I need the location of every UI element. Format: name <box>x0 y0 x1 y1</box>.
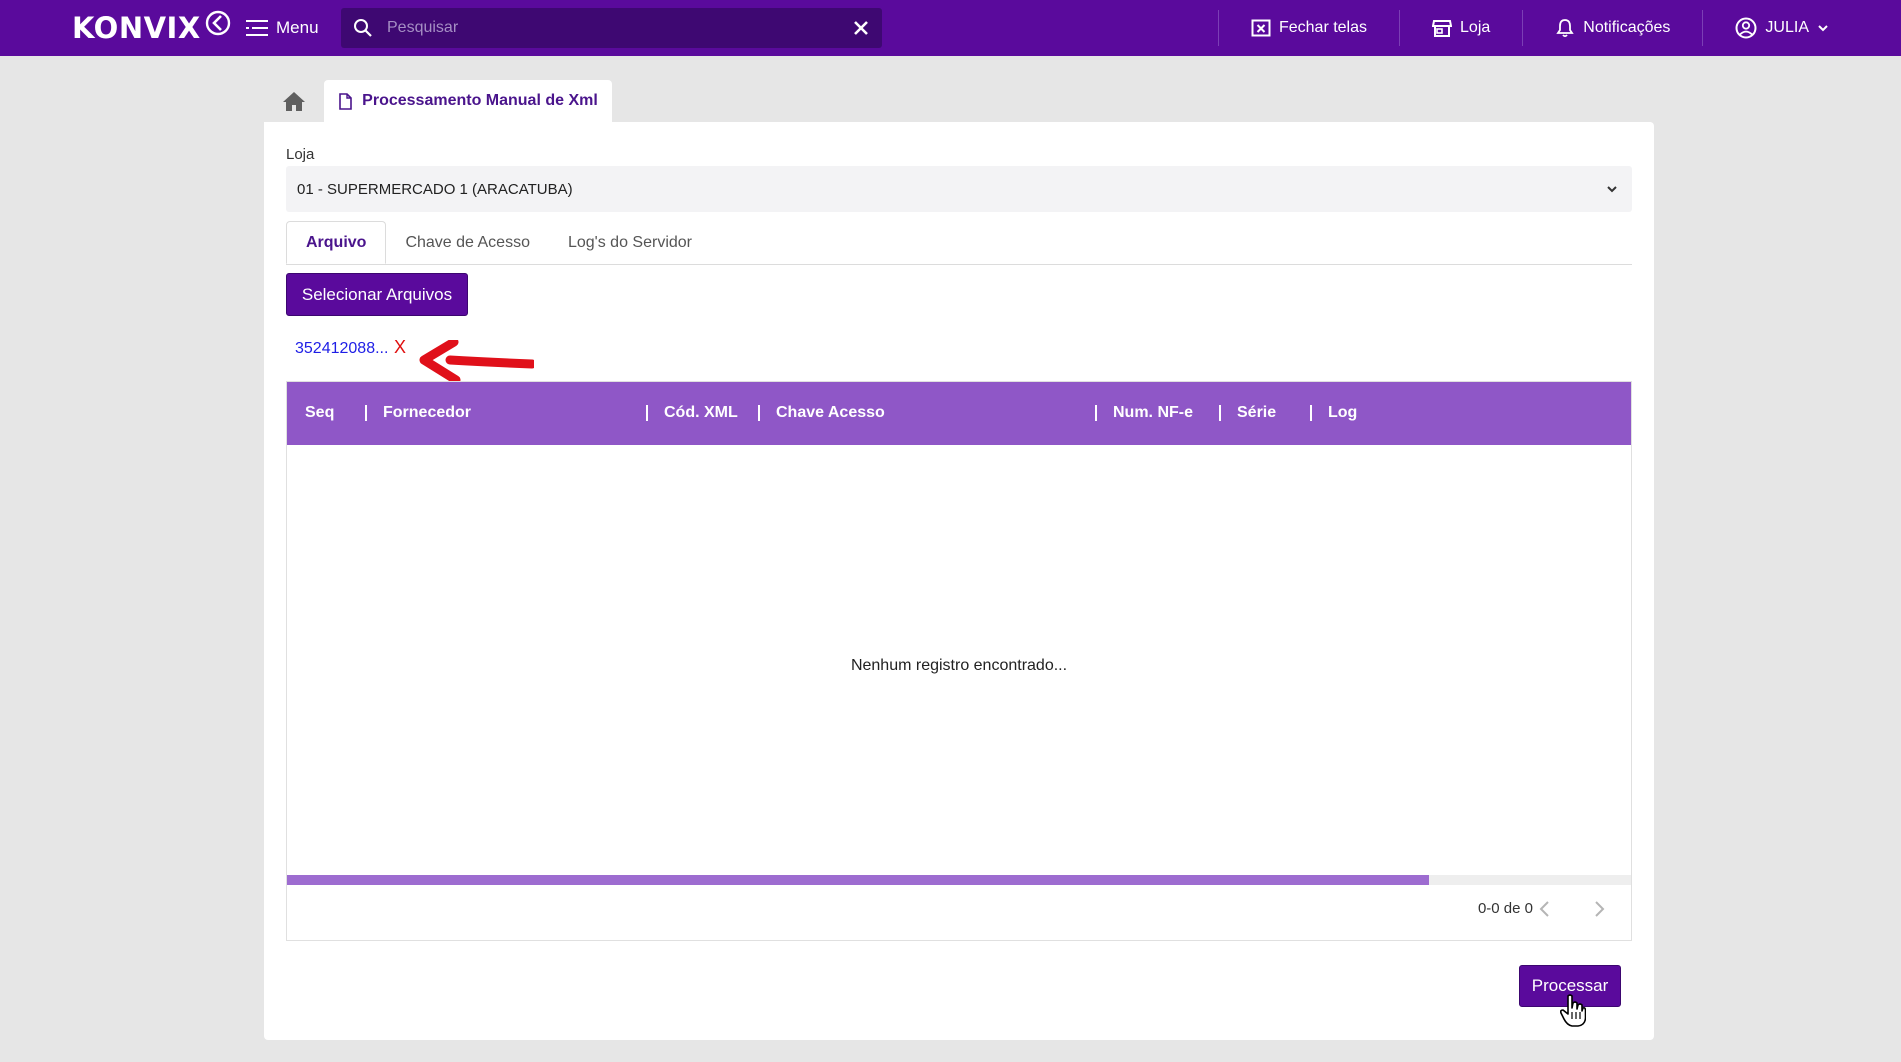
document-icon <box>339 92 352 110</box>
store-button[interactable]: Loja <box>1400 0 1522 56</box>
home-tab[interactable] <box>266 80 322 122</box>
chevron-down-icon <box>1607 186 1617 193</box>
konvix-logo[interactable]: KONVIX <box>72 10 231 46</box>
column-divider <box>1095 405 1097 421</box>
remove-file-button[interactable]: X <box>394 337 406 358</box>
column-chave-acesso[interactable]: Chave Acesso <box>758 404 885 422</box>
hand-cursor-icon <box>1560 994 1586 1027</box>
tab-processamento-manual-xml[interactable]: Processamento Manual de Xml <box>324 80 612 122</box>
column-label: Log <box>1328 404 1358 421</box>
column-label: Cód. XML <box>664 404 738 421</box>
close-window-icon <box>1251 19 1271 37</box>
column-label: Seq <box>305 404 335 421</box>
chevron-right-icon[interactable] <box>1589 898 1609 920</box>
column-divider <box>1219 405 1221 421</box>
results-table: Seq Fornecedor Cód. XML Chave Acesso Num… <box>286 381 1632 941</box>
column-divider <box>646 405 648 421</box>
column-label: Fornecedor <box>383 404 472 421</box>
close-screens-label: Fechar telas <box>1278 19 1368 36</box>
column-serie[interactable]: Série <box>1219 404 1276 422</box>
search-input[interactable] <box>385 18 852 38</box>
bell-icon <box>1556 19 1574 38</box>
column-fornecedor[interactable]: Fornecedor <box>365 404 471 422</box>
chevron-left-icon[interactable] <box>1535 898 1555 920</box>
menu-button[interactable]: Menu <box>246 14 319 42</box>
tab-logs-do-servidor[interactable]: Log's do Servidor <box>549 221 711 264</box>
table-header: Seq Fornecedor Cód. XML Chave Acesso Num… <box>287 382 1631 445</box>
column-num-nfe[interactable]: Num. NF-e <box>1095 404 1193 422</box>
clear-search-icon[interactable] <box>852 19 870 37</box>
column-label: Num. NF-e <box>1113 404 1193 421</box>
search-icon <box>354 19 372 37</box>
store-select[interactable]: 01 - SUPERMERCADO 1 (ARACATUBA) <box>286 166 1632 212</box>
notifications-label: Notificações <box>1583 19 1671 36</box>
hamburger-icon <box>246 20 268 36</box>
selected-file-link[interactable]: 352412088... <box>295 340 388 358</box>
top-actions: Fechar telas Loja Notificações JULIA <box>1217 0 1901 56</box>
close-screens-button[interactable]: Fechar telas <box>1219 0 1399 56</box>
logo-mark-icon <box>205 10 230 36</box>
tab-arquivo[interactable]: Arquivo <box>286 221 387 264</box>
store-label: Loja <box>1460 19 1491 36</box>
column-cod-xml[interactable]: Cód. XML <box>646 404 738 422</box>
store-select-value: 01 - SUPERMERCADO 1 (ARACATUBA) <box>297 180 573 198</box>
chevron-down-icon <box>1818 25 1828 32</box>
page-title: Processamento Manual de Xml <box>362 92 598 109</box>
home-icon <box>283 92 305 111</box>
scrollbar-thumb[interactable] <box>287 875 1430 885</box>
logo-text: KONVIX <box>72 11 201 45</box>
tab-chave-de-acesso[interactable]: Chave de Acesso <box>386 221 549 264</box>
notifications-button[interactable]: Notificações <box>1523 0 1702 56</box>
column-divider <box>365 405 367 421</box>
column-log[interactable]: Log <box>1310 404 1357 422</box>
select-files-button[interactable]: Selecionar Arquivos <box>286 273 468 316</box>
main-card: Loja 01 - SUPERMERCADO 1 (ARACATUBA) Arq… <box>264 122 1654 1040</box>
user-avatar-icon <box>1735 17 1757 39</box>
store-field-label: Loja <box>286 146 315 163</box>
column-divider <box>1310 405 1312 421</box>
column-label: Chave Acesso <box>776 404 885 421</box>
empty-message: Nenhum registro encontrado... <box>850 657 1068 674</box>
search-bar <box>341 8 882 48</box>
form-tabs: Arquivo Chave de Acesso Log's do Servido… <box>286 221 1632 265</box>
column-label: Série <box>1237 404 1277 421</box>
pagination-info: 0-0 de 0 <box>1477 900 1533 917</box>
column-seq[interactable]: Seq <box>305 404 334 422</box>
horizontal-scrollbar[interactable] <box>287 875 1631 885</box>
user-menu[interactable]: JULIA <box>1703 0 1901 56</box>
top-bar: KONVIX Menu Pesquisar Fechar telas Loja … <box>0 0 1901 56</box>
menu-label: Menu <box>276 18 319 37</box>
user-name: JULIA <box>1765 19 1809 36</box>
store-icon <box>1432 20 1453 37</box>
column-divider <box>758 405 760 421</box>
